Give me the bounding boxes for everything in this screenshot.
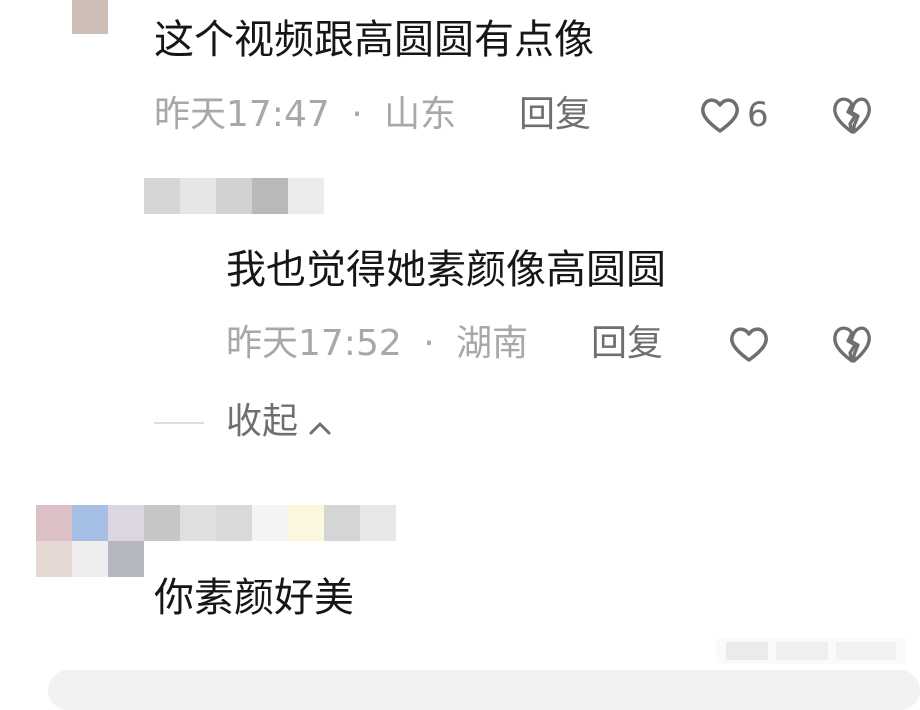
- avatar-pixel: [36, 541, 72, 577]
- username-pixel: [288, 505, 324, 541]
- broken-heart-icon[interactable]: [830, 323, 874, 365]
- avatar-pixel: [72, 541, 108, 577]
- username-pixel: [180, 505, 216, 541]
- collapse-button[interactable]: 收起: [226, 400, 335, 444]
- comment-input-bar[interactable]: [48, 670, 920, 710]
- meta-separator: ·: [351, 94, 363, 135]
- username-pixel: [144, 178, 180, 214]
- username-pixel: [180, 178, 216, 214]
- watermark: [716, 630, 906, 672]
- username-pixel: [144, 505, 180, 541]
- username-pixel: [252, 178, 288, 214]
- heart-outline-icon[interactable]: [698, 95, 742, 135]
- reply-time-value: 昨天17:52: [226, 323, 402, 364]
- avatar-pixel: [72, 505, 108, 541]
- reply-button[interactable]: 回复: [519, 93, 591, 137]
- comment-time-value: 昨天17:47: [154, 94, 330, 135]
- username-pixel: [288, 178, 324, 214]
- collapse-divider: [154, 422, 204, 424]
- like-count: 6: [747, 95, 769, 135]
- reply-text: 我也觉得她素颜像高圆圆: [226, 247, 666, 293]
- comment-location: 山东: [384, 94, 457, 135]
- reply-button[interactable]: 回复: [591, 322, 663, 366]
- comment-text: 你素颜好美: [154, 575, 354, 621]
- heart-outline-icon[interactable]: [727, 324, 771, 364]
- reply-location: 湖南: [456, 323, 529, 364]
- avatar[interactable]: [72, 0, 108, 34]
- comment-time: 昨天17:47 · 山东: [154, 93, 456, 137]
- chevron-up-icon: [305, 414, 335, 444]
- username-pixel: [324, 505, 360, 541]
- avatar-pixel: [108, 505, 144, 541]
- username-pixel: [216, 178, 252, 214]
- avatar-pixel: [36, 505, 72, 541]
- avatar-pixel: [108, 541, 144, 577]
- collapse-label: 收起: [226, 401, 299, 442]
- username-pixel: [360, 505, 396, 541]
- username-pixel: [252, 505, 288, 541]
- username-pixel: [216, 505, 252, 541]
- reply-time: 昨天17:52 · 湖南: [226, 322, 528, 366]
- broken-heart-icon[interactable]: [830, 94, 874, 136]
- comment-text: 这个视频跟高圆圆有点像: [154, 17, 594, 63]
- meta-separator: ·: [423, 323, 435, 364]
